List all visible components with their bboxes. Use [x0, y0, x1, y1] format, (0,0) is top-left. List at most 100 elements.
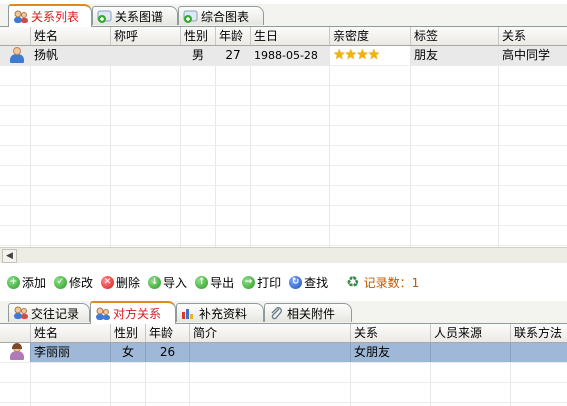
empty-cell [0, 206, 31, 225]
empty-cell [181, 106, 216, 125]
header-age[interactable]: 年龄 [216, 27, 251, 45]
header-intimacy[interactable]: 亲密度 [330, 27, 411, 45]
empty-cell [111, 166, 181, 185]
tab-label: 补充资料 [199, 306, 248, 321]
header-gender[interactable]: 性别 [181, 27, 216, 45]
empty-cell [411, 186, 499, 205]
header-birthday[interactable]: 生日 [251, 27, 330, 45]
find-button[interactable]: ↻ 查找 [289, 274, 328, 291]
header-relation[interactable]: 关系 [351, 324, 431, 342]
empty-cell [251, 166, 330, 185]
graph-add-icon [97, 9, 113, 23]
empty-cell [181, 66, 216, 85]
people-icon [13, 306, 29, 320]
header-age[interactable]: 年龄 [146, 324, 190, 342]
print-button[interactable]: → 打印 [242, 274, 281, 291]
header-tag[interactable]: 标签 [411, 27, 499, 45]
tab-label: 相关附件 [287, 306, 336, 321]
edit-button[interactable]: ✓ 修改 [54, 274, 93, 291]
table-row[interactable]: 李丽丽 女 26 女朋友 [0, 343, 567, 363]
header-source[interactable]: 人员来源 [431, 324, 511, 342]
empty-cell [31, 146, 111, 165]
record-count-label: 记录数：1 [363, 275, 420, 290]
people-icon [95, 307, 111, 321]
empty-cell [431, 383, 511, 402]
empty-cell [411, 66, 499, 85]
empty-cell [499, 66, 567, 85]
empty-cell [330, 146, 411, 165]
empty-cell [111, 186, 181, 205]
header-gender[interactable]: 性别 [111, 324, 146, 342]
empty-cell [330, 126, 411, 145]
relation-table-header: 姓名 称呼 性别 年龄 生日 亲密度 标签 关系 [0, 27, 567, 46]
header-name[interactable]: 姓名 [31, 324, 111, 342]
empty-cell [216, 146, 251, 165]
header-intro[interactable]: 简介 [190, 324, 351, 342]
empty-cell [181, 206, 216, 225]
refresh-icon: ♻ [346, 273, 360, 291]
cell-birthday: 1988-05-28 [251, 46, 330, 65]
empty-cell [111, 66, 181, 85]
header-relation[interactable]: 关系 [499, 27, 567, 45]
empty-cell [31, 226, 111, 245]
empty-cell [499, 126, 567, 145]
tab-interaction-records[interactable]: 交往记录 [8, 303, 90, 322]
empty-cell [31, 186, 111, 205]
header-contact[interactable]: 联系方法 [511, 324, 567, 342]
empty-cell [251, 226, 330, 245]
arrow-right-icon: → [242, 275, 256, 289]
empty-cell [511, 363, 567, 382]
empty-cell [351, 363, 431, 382]
empty-cell [411, 226, 499, 245]
empty-cell [31, 383, 111, 402]
record-count: ♻ 记录数：1 [346, 273, 419, 291]
cell-tag: 朋友 [411, 46, 499, 65]
empty-cell [190, 383, 351, 402]
header-title[interactable]: 称呼 [111, 27, 181, 45]
cell-gender: 女 [111, 343, 146, 362]
add-button[interactable]: + 添加 [7, 274, 46, 291]
tab-supplementary-info[interactable]: 补充资料 [176, 303, 264, 322]
tab-related-attachments[interactable]: 相关附件 [264, 303, 352, 322]
empty-cell [411, 126, 499, 145]
empty-cell [181, 146, 216, 165]
empty-cell [216, 226, 251, 245]
header-name[interactable]: 姓名 [31, 27, 111, 45]
empty-cell [31, 86, 111, 105]
empty-cell [499, 106, 567, 125]
tab-label: 综合图表 [201, 9, 250, 24]
empty-cell [31, 126, 111, 145]
import-label: 导入 [163, 275, 188, 290]
empty-cell [0, 186, 31, 205]
empty-cell [330, 106, 411, 125]
empty-cell [0, 363, 31, 382]
tab-label: 对方关系 [113, 307, 162, 321]
empty-cell [31, 206, 111, 225]
empty-cell [499, 146, 567, 165]
export-button[interactable]: ↑ 导出 [195, 274, 234, 291]
tab-combined-chart[interactable]: 综合图表 [178, 6, 264, 25]
empty-cell [499, 206, 567, 225]
empty-cell [330, 206, 411, 225]
search-icon: ↻ [289, 275, 303, 289]
empty-cell [351, 383, 431, 402]
delete-button[interactable]: ✕ 删除 [101, 274, 140, 291]
tab-relation-list[interactable]: 关系列表 [8, 4, 92, 27]
arrow-up-icon: ↑ [195, 275, 209, 289]
empty-cell [181, 126, 216, 145]
horizontal-scrollbar[interactable]: ◀ [0, 247, 567, 263]
cell-intro [190, 343, 351, 362]
import-button[interactable]: ↓ 导入 [148, 274, 187, 291]
tab-counterpart-relations[interactable]: 对方关系 [90, 301, 176, 324]
cell-gender: 男 [181, 46, 216, 65]
scroll-left-icon[interactable]: ◀ [2, 249, 17, 263]
empty-cell [499, 86, 567, 105]
cell-contact [511, 343, 567, 362]
avatar-cell [0, 343, 31, 362]
empty-cell [411, 206, 499, 225]
tab-relation-graph[interactable]: 关系图谱 [92, 6, 178, 25]
table-row[interactable]: 扬帆 男 27 1988-05-28 ★★★★ 朋友 高中同学 [0, 46, 567, 66]
check-icon: ✓ [54, 275, 68, 289]
empty-cell [251, 66, 330, 85]
cell-name: 李丽丽 [31, 343, 111, 362]
